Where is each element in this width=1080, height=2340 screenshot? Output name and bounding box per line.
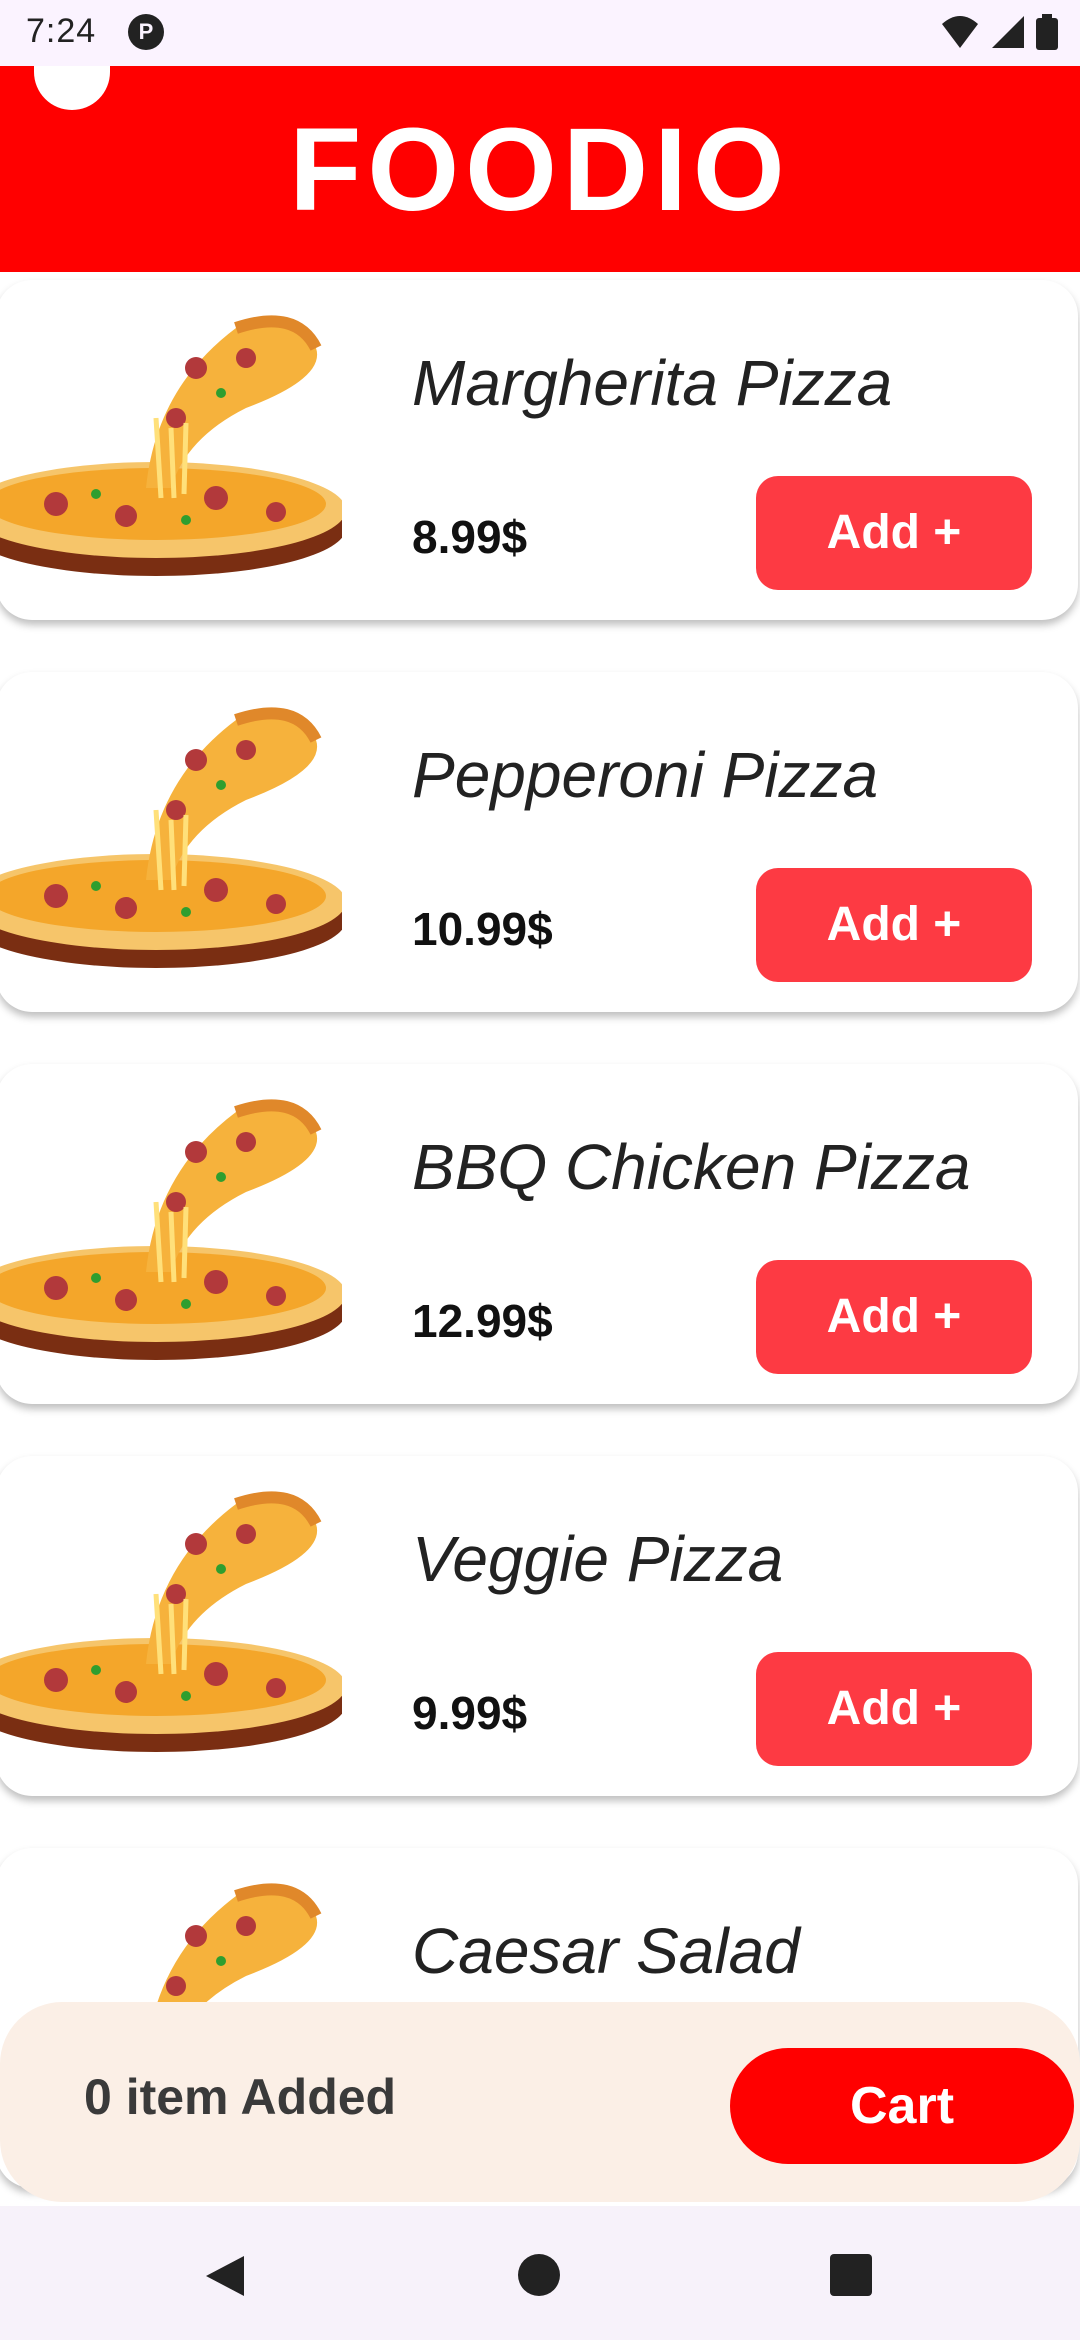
menu-item-card[interactable]: Pepperoni Pizza 10.99$ Add + <box>0 672 1078 1012</box>
back-icon[interactable] <box>204 2254 246 2298</box>
item-name: Caesar Salad <box>412 1915 800 1987</box>
item-name: BBQ Chicken Pizza <box>412 1131 971 1203</box>
item-price: 9.99$ <box>412 1687 528 1739</box>
home-icon[interactable] <box>518 2254 560 2296</box>
signal-icon <box>992 16 1024 48</box>
add-button[interactable]: Add + <box>756 476 1032 590</box>
battery-icon <box>1036 14 1058 50</box>
add-button[interactable]: Add + <box>756 1260 1032 1374</box>
pizza-icon <box>0 1491 342 1752</box>
wifi-icon <box>942 16 978 48</box>
add-button[interactable]: Add + <box>756 1652 1032 1766</box>
app-header: FOODIO <box>0 66 1080 272</box>
app-title: FOODIO <box>289 104 791 236</box>
status-bar: 7:24 P <box>0 0 1080 66</box>
menu-item-card[interactable]: BBQ Chicken Pizza 12.99$ Add + <box>0 1064 1078 1404</box>
item-price: 8.99$ <box>412 511 528 563</box>
item-price: 10.99$ <box>412 903 553 955</box>
item-price: 12.99$ <box>412 1295 553 1347</box>
pizza-icon <box>0 707 342 968</box>
add-button[interactable]: Add + <box>756 868 1032 982</box>
cart-bar: 0 item Added Cart <box>0 2002 1080 2202</box>
item-name: Margherita Pizza <box>412 347 893 419</box>
pizza-icon <box>0 315 342 576</box>
pizza-icon <box>0 1099 342 1360</box>
app-notification-icon: P <box>128 14 164 50</box>
system-nav-bar <box>0 2206 1080 2340</box>
recents-icon[interactable] <box>830 2254 872 2296</box>
cart-button[interactable]: Cart <box>730 2048 1074 2164</box>
status-time: 7:24 <box>26 12 97 50</box>
menu-item-card[interactable]: Margherita Pizza 8.99$ Add + <box>0 280 1078 620</box>
cart-item-count: 0 item Added <box>84 2069 397 2125</box>
menu-item-card[interactable]: Veggie Pizza 9.99$ Add + <box>0 1456 1078 1796</box>
status-icons <box>940 14 1058 50</box>
item-name: Pepperoni Pizza <box>412 739 879 811</box>
item-name: Veggie Pizza <box>412 1523 784 1595</box>
